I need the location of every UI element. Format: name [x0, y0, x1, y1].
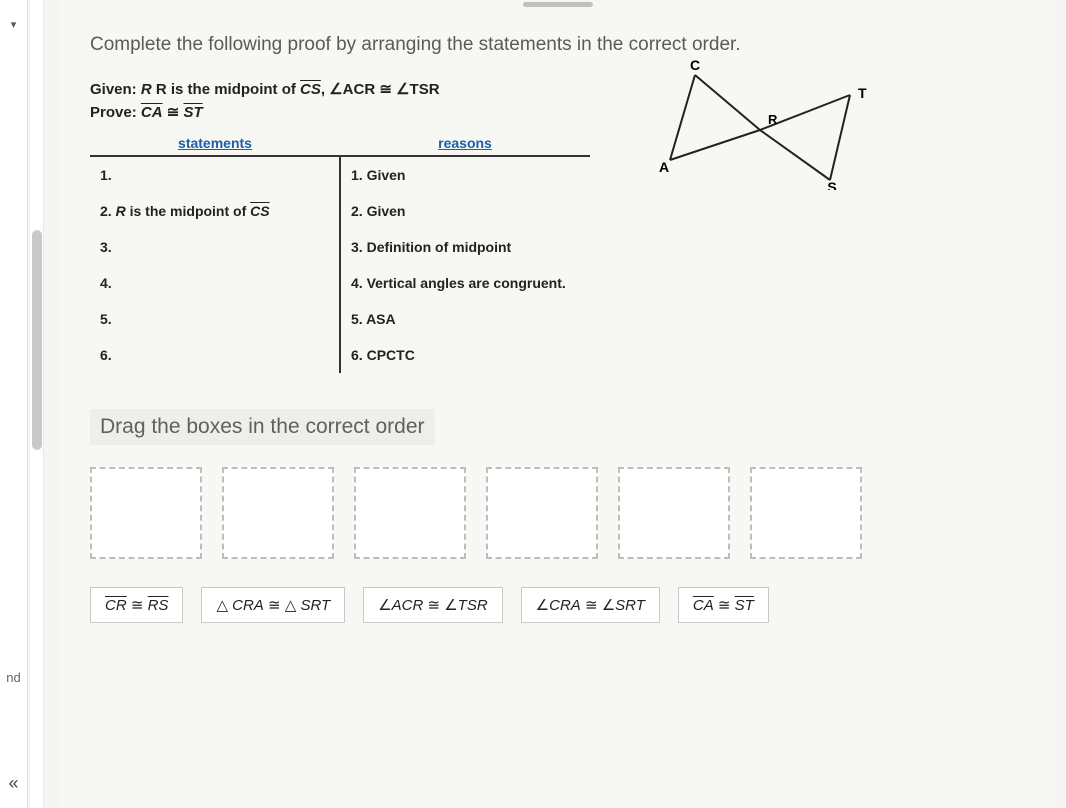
- angle-icon: [444, 597, 457, 614]
- tile-cr-rs[interactable]: CR ≅ RS: [90, 587, 183, 623]
- table-row: 5. 5. ASA: [90, 301, 590, 337]
- reason-num: 2.: [351, 203, 363, 219]
- reason-num: 1.: [351, 167, 363, 183]
- drop-zone-row: [90, 467, 1026, 559]
- angle-tsr: ∠TSR: [396, 81, 439, 98]
- drop-slot[interactable]: [750, 467, 862, 559]
- seg: ST: [735, 597, 754, 614]
- table-row: 4. 4. Vertical angles are congruent.: [90, 265, 590, 301]
- drop-slot[interactable]: [618, 467, 730, 559]
- label-a: A: [659, 159, 669, 175]
- reason-text: Given: [367, 167, 406, 183]
- reason-num: 3.: [351, 239, 363, 255]
- congruent-symbol: ≅: [379, 81, 392, 98]
- row-num: 1.: [100, 167, 112, 183]
- scrollbar[interactable]: [30, 0, 44, 808]
- geometry-figure: C A R T S: [650, 60, 880, 190]
- segment-cs: CS: [300, 81, 321, 98]
- table-row: 1. 1. Given: [90, 157, 590, 193]
- tri: SRT: [300, 597, 330, 614]
- row-num: 4.: [100, 275, 112, 291]
- drop-slot[interactable]: [90, 467, 202, 559]
- reason-num: 6.: [351, 347, 363, 363]
- reason-text: Vertical angles are congruent.: [367, 275, 566, 291]
- reason-text: CPCTC: [367, 347, 415, 363]
- label-t: T: [858, 85, 867, 101]
- ang: SRT: [615, 597, 645, 614]
- segment-st: ST: [183, 104, 202, 121]
- caret-down-icon[interactable]: ▾: [11, 18, 17, 31]
- reason-num: 4.: [351, 275, 363, 291]
- segment: CS: [250, 203, 269, 219]
- tile-ca-st[interactable]: CA ≅ ST: [678, 587, 769, 623]
- tile-tri-cra-srt[interactable]: CRA ≅ SRT: [201, 587, 345, 623]
- table-row: 3. 3. Definition of midpoint: [90, 229, 590, 265]
- chevron-left-icon[interactable]: «: [8, 773, 18, 794]
- drag-handle-icon[interactable]: [523, 2, 593, 7]
- row-num: 6.: [100, 347, 112, 363]
- nd-label: nd: [6, 670, 20, 685]
- proof-table: statements reasons 1. 1. Given 2. R is t…: [90, 131, 590, 373]
- prove-label: Prove:: [90, 104, 137, 121]
- congruent-symbol-2: ≅: [167, 104, 180, 121]
- header-statements: statements: [90, 131, 340, 155]
- triangle-icon: [216, 597, 232, 614]
- instruction-text: Complete the following proof by arrangin…: [90, 34, 1026, 56]
- prove-line: Prove: CA ≅ ST: [90, 101, 610, 124]
- given-text: R is the midpoint of: [156, 81, 300, 98]
- ang: ACR: [392, 597, 424, 614]
- angle-icon: [602, 597, 615, 614]
- tile-ang-cra-srt[interactable]: CRA ≅ SRT: [521, 587, 660, 623]
- left-sidebar: ▾ nd «: [0, 0, 28, 808]
- tile-ang-acr-tsr[interactable]: ACR ≅ TSR: [363, 587, 503, 623]
- seg: CR: [105, 597, 127, 614]
- angle-icon: [536, 597, 549, 614]
- label-r: R: [768, 112, 778, 127]
- tri: CRA: [232, 597, 264, 614]
- drop-slot[interactable]: [486, 467, 598, 559]
- row-num: 3.: [100, 239, 112, 255]
- table-row: 2. R is the midpoint of CS 2. Given: [90, 193, 590, 229]
- seg: CA: [693, 597, 714, 614]
- ang: CRA: [549, 597, 581, 614]
- seg: RS: [148, 597, 169, 614]
- given-line: Given: R R is the midpoint of CS, ∠ACR ≅…: [90, 78, 610, 101]
- drop-slot[interactable]: [354, 467, 466, 559]
- header-reasons: reasons: [340, 131, 590, 155]
- angle-acr: ∠ACR: [329, 81, 375, 98]
- reason-text: Given: [367, 203, 406, 219]
- label-s: S: [827, 179, 836, 190]
- table-row: 6. 6. CPCTC: [90, 337, 590, 373]
- tiles-row: CR ≅ RS CRA ≅ SRT ACR ≅ TSR CRA ≅ SRT CA…: [90, 587, 1026, 623]
- triangle-icon: [285, 597, 301, 614]
- main-content: Complete the following proof by arrangin…: [60, 0, 1056, 808]
- scrollbar-thumb[interactable]: [32, 230, 42, 450]
- reason-text: ASA: [366, 311, 396, 327]
- label-c: C: [690, 60, 700, 73]
- segment-ca: CA: [141, 104, 163, 121]
- angle-icon: [378, 597, 391, 614]
- reason-num: 5.: [351, 311, 363, 327]
- drag-instruction: Drag the boxes in the correct order: [90, 409, 435, 445]
- reason-text: Definition of midpoint: [367, 239, 512, 255]
- ang: TSR: [458, 597, 488, 614]
- row-num: 5.: [100, 311, 112, 327]
- given-label: Given:: [90, 81, 137, 98]
- drop-slot[interactable]: [222, 467, 334, 559]
- row-num: 2.: [100, 203, 112, 219]
